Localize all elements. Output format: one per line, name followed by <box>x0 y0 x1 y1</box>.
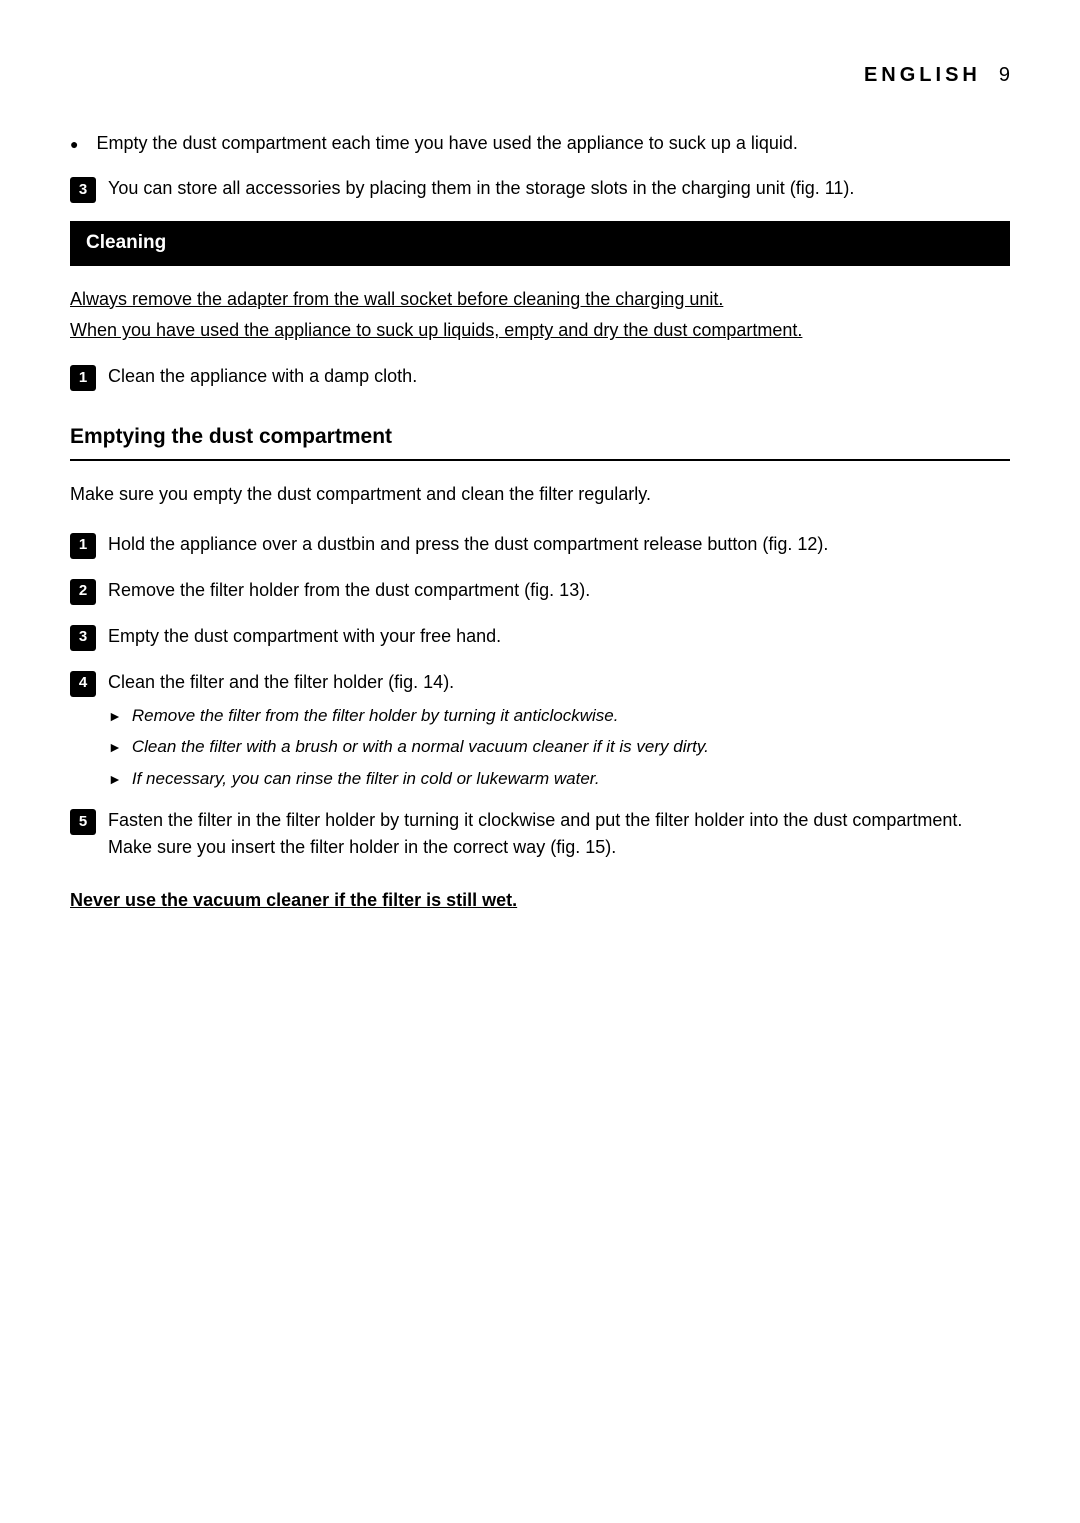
sub-bullet-2-text: Clean the filter with a brush or with a … <box>132 734 1010 760</box>
numbered-intro-item-3: 3 You can store all accessories by placi… <box>70 175 1010 203</box>
sub-bullet-arrow-icon-3: ► <box>108 769 122 790</box>
cleaning-step-1: 1 Clean the appliance with a damp cloth. <box>70 363 1010 391</box>
page-header: ENGLISH 9 <box>70 60 1010 90</box>
emptying-step-2: 2 Remove the filter holder from the dust… <box>70 577 1010 605</box>
emptying-step-badge-3: 3 <box>70 625 96 651</box>
emptying-step-2-text: Remove the filter holder from the dust c… <box>108 577 1010 604</box>
sub-bullet-1: ► Remove the filter from the filter hold… <box>108 703 1010 729</box>
step-badge-3-intro: 3 <box>70 177 96 203</box>
page-number: 9 <box>999 60 1010 90</box>
sub-bullet-3: ► If necessary, you can rinse the filter… <box>108 766 1010 792</box>
sub-bullet-arrow-icon-1: ► <box>108 706 122 727</box>
emptying-step-badge-4: 4 <box>70 671 96 697</box>
emptying-step-4: 4 Clean the filter and the filter holder… <box>70 669 1010 697</box>
emptying-step-badge-1: 1 <box>70 533 96 559</box>
sub-bullet-3-text: If necessary, you can rinse the filter i… <box>132 766 1010 792</box>
cleaning-step-badge-1: 1 <box>70 365 96 391</box>
sub-bullet-1-text: Remove the filter from the filter holder… <box>132 703 1010 729</box>
header-title: ENGLISH <box>864 60 981 90</box>
emptying-intro-text: Make sure you empty the dust compartment… <box>70 481 1010 509</box>
bullet-liquid-text: Empty the dust compartment each time you… <box>96 130 1010 157</box>
step-3-intro-text: You can store all accessories by placing… <box>108 175 1010 202</box>
never-text: Never use the vacuum cleaner if the filt… <box>70 887 1010 914</box>
emptying-step-4-text: Clean the filter and the filter holder (… <box>108 669 1010 696</box>
sub-bullet-2: ► Clean the filter with a brush or with … <box>108 734 1010 760</box>
emptying-step-1-text: Hold the appliance over a dustbin and pr… <box>108 531 1010 558</box>
cleaning-warning-1: Always remove the adapter from the wall … <box>70 286 1010 314</box>
emptying-step-5-text: Fasten the filter in the filter holder b… <box>108 807 1010 861</box>
emptying-step-3-text: Empty the dust compartment with your fre… <box>108 623 1010 650</box>
diamond-bullet-icon: ● <box>70 134 78 155</box>
emptying-step-3: 3 Empty the dust compartment with your f… <box>70 623 1010 651</box>
cleaning-warning-2: When you have used the appliance to suck… <box>70 317 1010 345</box>
emptying-section-title: Emptying the dust compartment <box>70 421 1010 461</box>
content-area: ● Empty the dust compartment each time y… <box>70 130 1010 914</box>
emptying-step-1: 1 Hold the appliance over a dustbin and … <box>70 531 1010 559</box>
cleaning-step-1-text: Clean the appliance with a damp cloth. <box>108 363 1010 390</box>
emptying-step-badge-5: 5 <box>70 809 96 835</box>
emptying-step-5: 5 Fasten the filter in the filter holder… <box>70 807 1010 861</box>
sub-bullet-arrow-icon-2: ► <box>108 737 122 758</box>
cleaning-section-header: Cleaning <box>70 221 1010 266</box>
emptying-step-badge-2: 2 <box>70 579 96 605</box>
bullet-item-liquid: ● Empty the dust compartment each time y… <box>70 130 1010 157</box>
